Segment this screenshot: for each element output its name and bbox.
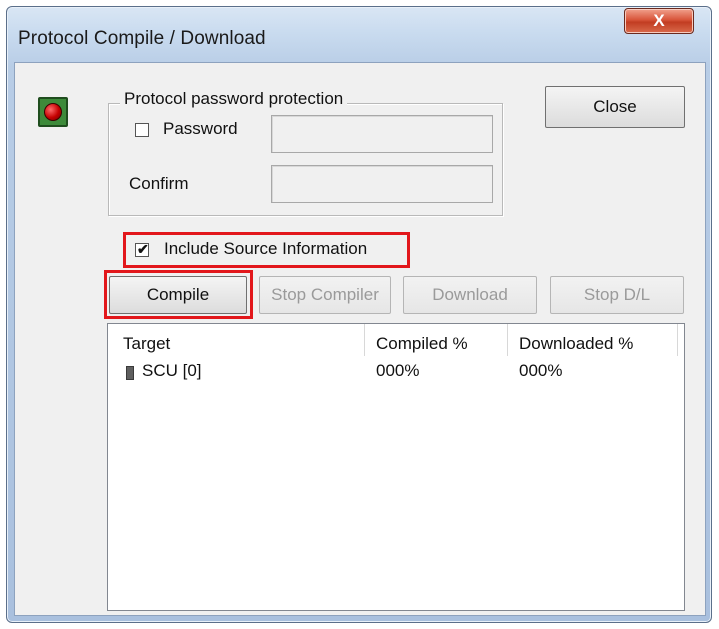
include-source-checkbox[interactable]: ✔ [135, 241, 149, 257]
close-button[interactable]: Close [545, 86, 685, 128]
confirm-field[interactable] [271, 165, 493, 203]
password-checkbox[interactable] [135, 123, 149, 137]
cell-target: SCU [0] [142, 361, 202, 380]
close-icon: X [653, 11, 665, 30]
column-header-downloaded[interactable]: Downloaded % [519, 334, 633, 354]
password-field[interactable] [271, 115, 493, 153]
column-header-compiled[interactable]: Compiled % [376, 334, 468, 354]
check-mark-icon: ✔ [137, 241, 149, 257]
password-label: Password [163, 119, 238, 138]
highlight-compile [104, 270, 253, 319]
lamp-bulb [44, 103, 62, 121]
confirm-label: Confirm [129, 174, 189, 193]
red-status-lamp-icon [38, 97, 68, 127]
include-source-label: Include Source Information [164, 239, 368, 258]
targets-listview[interactable]: Target Compiled % Downloaded % SCU [0] 0… [107, 323, 685, 611]
cell-compiled: 000% [376, 361, 420, 380]
window-close-button[interactable]: X [624, 8, 694, 34]
cell-downloaded: 000% [519, 361, 563, 380]
header-divider[interactable] [677, 324, 678, 356]
column-header-target[interactable]: Target [123, 334, 170, 354]
window-title: Protocol Compile / Download [18, 28, 266, 49]
stop-compiler-button[interactable]: Stop Compiler [259, 276, 391, 314]
group-legend: Protocol password protection [120, 89, 348, 109]
device-icon [126, 366, 134, 380]
stop-dl-button[interactable]: Stop D/L [550, 276, 684, 314]
header-divider[interactable] [507, 324, 508, 356]
download-button[interactable]: Download [403, 276, 537, 314]
header-divider[interactable] [364, 324, 365, 356]
table-row[interactable]: SCU [0] 000% 000% [108, 357, 684, 383]
